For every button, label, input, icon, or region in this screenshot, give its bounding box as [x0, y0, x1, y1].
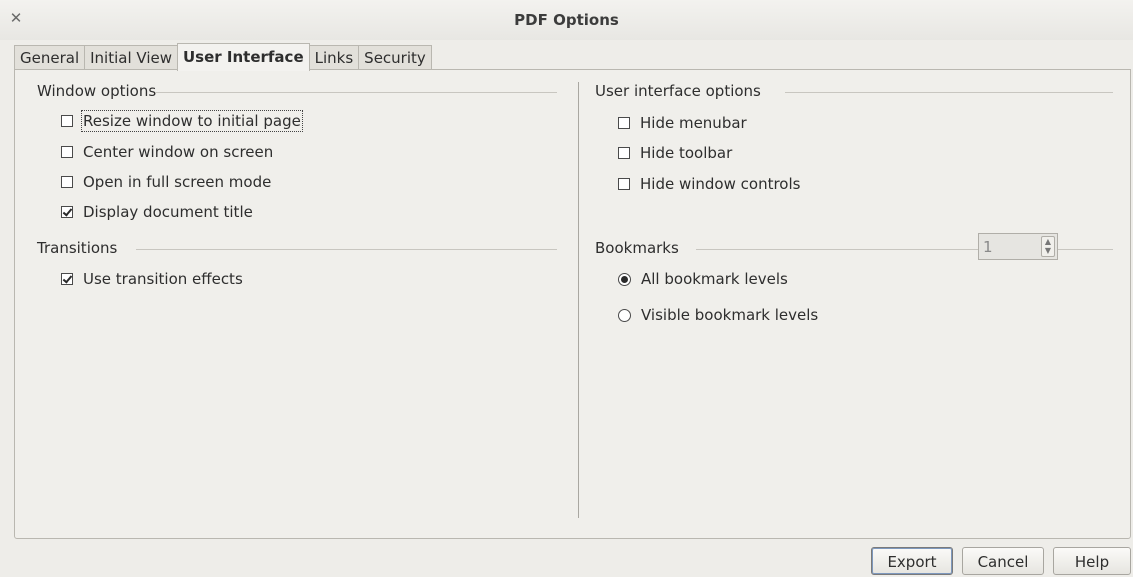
all-bookmark-levels-radio[interactable]: All bookmark levels [618, 270, 788, 288]
window-options-title: Window options [37, 82, 157, 100]
checkbox-checked-icon [61, 273, 73, 285]
checkbox-icon [618, 178, 630, 190]
option-label: Hide window controls [640, 175, 801, 193]
option-label: Center window on screen [83, 143, 274, 161]
option-label: Open in full screen mode [83, 173, 272, 191]
option-label: Use transition effects [83, 270, 243, 288]
bookmark-level-value: 1 [983, 238, 993, 256]
tab-initial-view[interactable]: Initial View [84, 45, 178, 70]
checkbox-icon [61, 176, 73, 188]
visible-bookmark-levels-radio[interactable]: Visible bookmark levels [618, 306, 818, 324]
window-options-separator [155, 92, 557, 93]
ui-options-separator [785, 92, 1113, 93]
checkbox-icon [618, 117, 630, 129]
option-label: Visible bookmark levels [641, 306, 819, 324]
column-divider [578, 82, 579, 518]
help-button[interactable]: Help [1053, 547, 1131, 575]
hide-window-controls-checkbox[interactable]: Hide window controls [618, 175, 800, 193]
export-button[interactable]: Export [871, 547, 953, 575]
transitions-separator [136, 249, 557, 250]
spin-buttons[interactable]: ▲ ▼ [1041, 236, 1055, 257]
display-title-checkbox[interactable]: Display document title [61, 203, 253, 221]
spin-down-icon[interactable]: ▼ [1044, 247, 1052, 255]
hide-toolbar-checkbox[interactable]: Hide toolbar [618, 144, 732, 162]
option-label: Hide toolbar [640, 144, 733, 162]
bookmarks-title: Bookmarks [595, 239, 679, 257]
tab-security[interactable]: Security [358, 45, 432, 70]
option-label: Resize window to initial page [81, 110, 303, 132]
spin-up-icon[interactable]: ▲ [1044, 238, 1052, 246]
checkbox-icon [61, 115, 73, 127]
checkbox-icon [61, 146, 73, 158]
checkbox-icon [618, 147, 630, 159]
hide-menubar-checkbox[interactable]: Hide menubar [618, 114, 747, 132]
bookmark-level-spinbox[interactable]: 1 ▲ ▼ [978, 233, 1058, 260]
window-title: PDF Options [514, 11, 619, 29]
transitions-title: Transitions [37, 239, 118, 257]
option-label: All bookmark levels [641, 270, 788, 288]
cancel-button[interactable]: Cancel [962, 547, 1044, 575]
center-window-checkbox[interactable]: Center window on screen [61, 143, 273, 161]
full-screen-checkbox[interactable]: Open in full screen mode [61, 173, 271, 191]
option-label: Display document title [83, 203, 253, 221]
tab-user-interface[interactable]: User Interface [177, 43, 310, 71]
ui-options-title: User interface options [595, 82, 761, 100]
tab-bar: General Initial View User Interface Link… [14, 43, 432, 71]
transition-effects-checkbox[interactable]: Use transition effects [61, 270, 243, 288]
resize-window-checkbox[interactable]: Resize window to initial page [61, 110, 303, 132]
radio-selected-icon [618, 272, 631, 286]
tab-links[interactable]: Links [308, 45, 360, 70]
checkbox-checked-icon [61, 206, 73, 218]
radio-icon [618, 308, 631, 322]
tab-general[interactable]: General [14, 45, 86, 70]
tab-panel: Window options Resize window to initial … [14, 69, 1131, 539]
option-label: Hide menubar [640, 114, 747, 132]
title-bar: ✕ PDF Options [0, 0, 1133, 40]
